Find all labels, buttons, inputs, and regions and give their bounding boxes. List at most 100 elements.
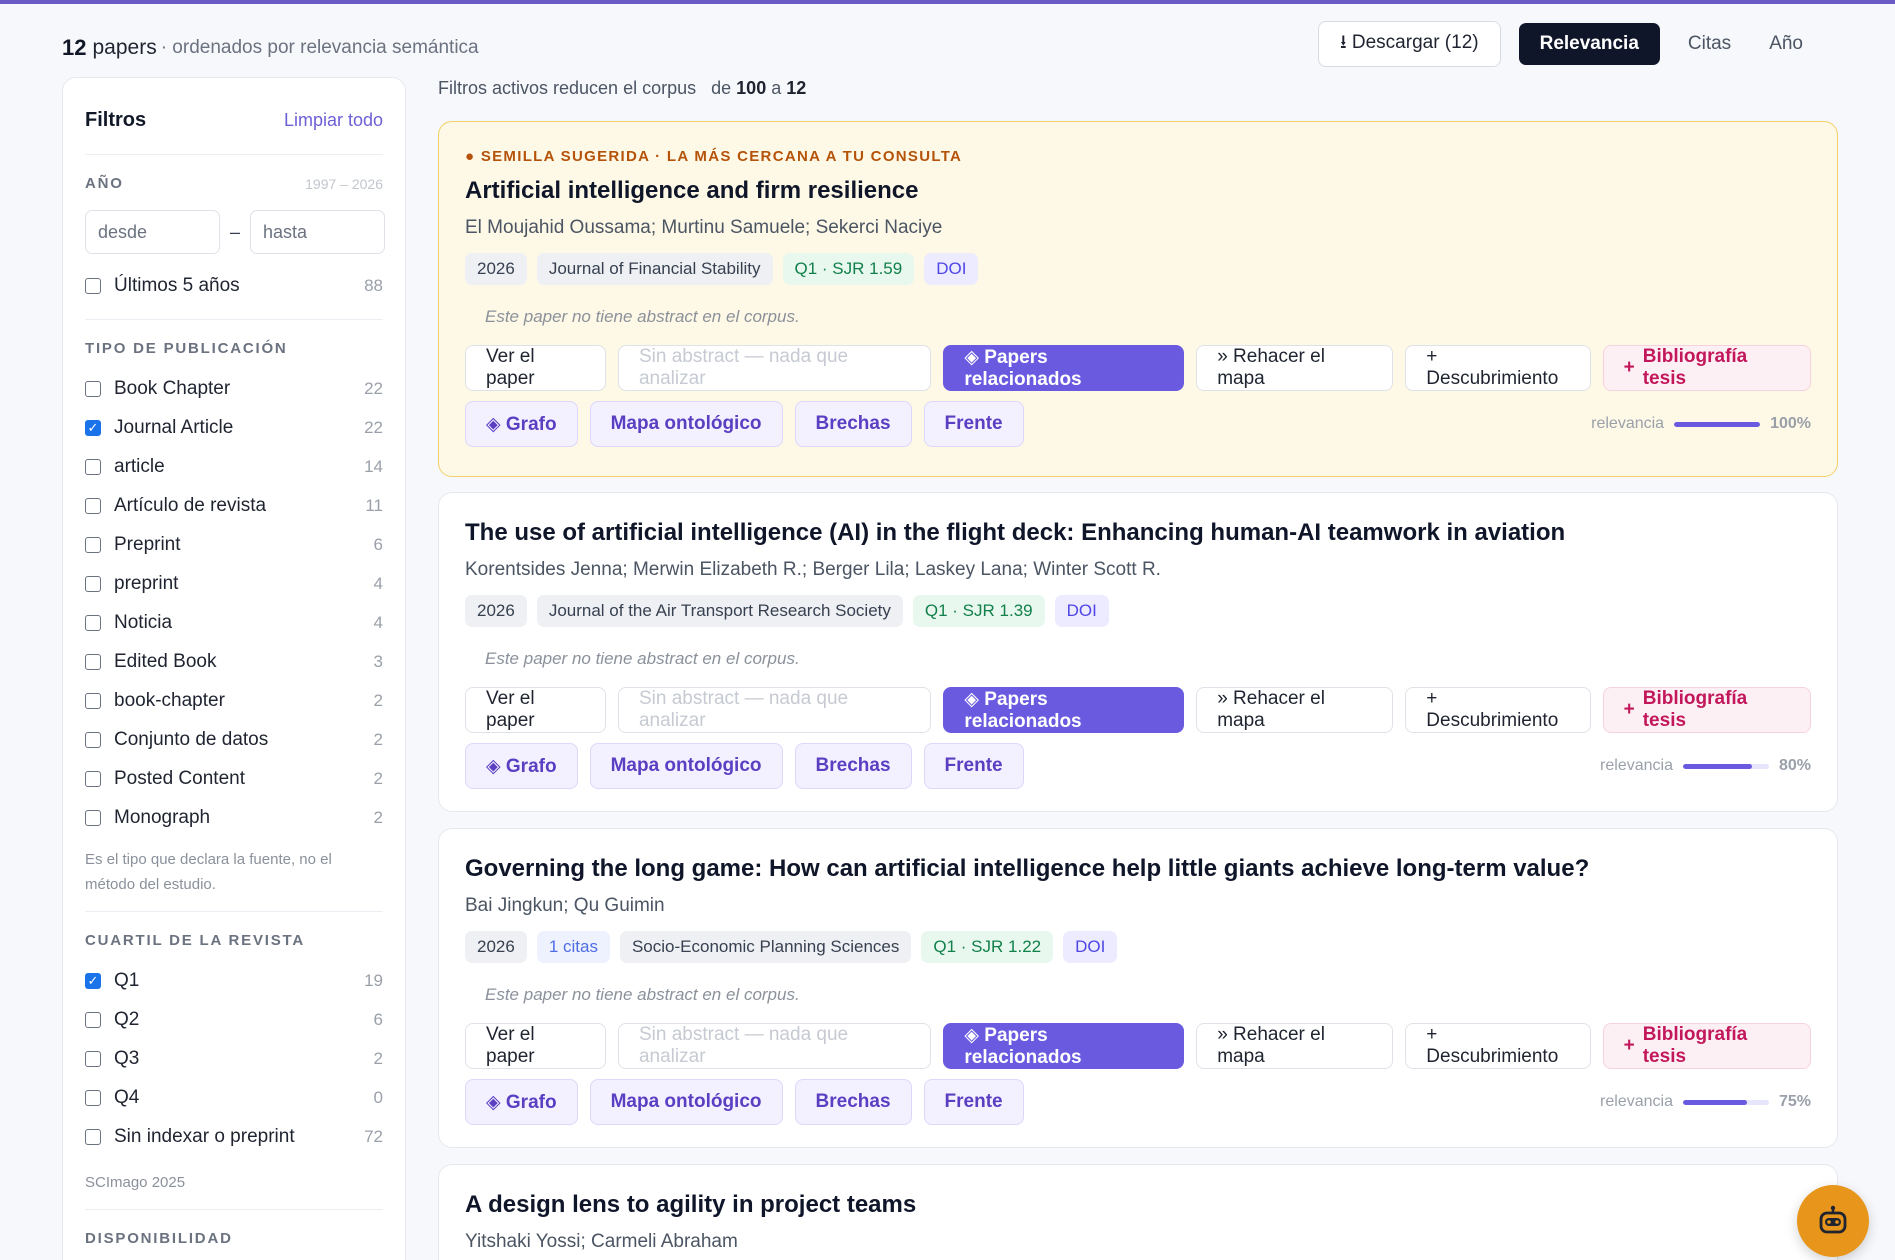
redo-map-button[interactable]: » Rehacer el mapa <box>1196 1023 1394 1069</box>
checkbox[interactable] <box>85 692 101 709</box>
analyze-abstract-button: Sin abstract — nada que analizar <box>617 687 932 733</box>
year-tag: 2026 <box>465 595 527 627</box>
front-button[interactable]: Frente <box>923 743 1024 789</box>
graph-button[interactable]: ◈ Grafo <box>465 743 578 789</box>
paper-title[interactable]: The use of artificial intelligence (AI) … <box>465 519 1811 547</box>
option-label: Preprint <box>114 533 181 555</box>
checkbox[interactable] <box>85 277 101 294</box>
option-count: 2 <box>373 690 383 710</box>
filter-option[interactable]: Noticia 4 <box>85 603 383 642</box>
view-paper-button[interactable]: Ver el paper <box>465 687 606 733</box>
front-button[interactable]: Frente <box>923 401 1024 447</box>
checkbox[interactable] <box>85 497 101 514</box>
filter-option[interactable]: Book Chapter 22 <box>85 369 383 408</box>
checkbox[interactable] <box>85 731 101 748</box>
filter-option[interactable]: ✓ Journal Article 22 <box>85 408 383 447</box>
discovery-button[interactable]: + Descubrimiento <box>1405 687 1591 733</box>
filter-option[interactable]: article 14 <box>85 447 383 486</box>
checkbox[interactable] <box>85 653 101 670</box>
filter-option[interactable]: Conjunto de datos 2 <box>85 720 383 759</box>
paper-title[interactable]: Governing the long game: How can artific… <box>465 855 1811 883</box>
sort-year-button[interactable]: Año <box>1759 33 1813 55</box>
last-5-years-option[interactable]: Últimos 5 años 88 <box>85 266 383 305</box>
filter-option[interactable]: Edited Book 3 <box>85 642 383 681</box>
filter-option[interactable]: Q4 0 <box>85 1078 383 1117</box>
filter-option[interactable]: preprint 4 <box>85 564 383 603</box>
doi-link[interactable]: DOI <box>1054 595 1109 627</box>
view-paper-button[interactable]: Ver el paper <box>465 1023 606 1069</box>
gaps-button[interactable]: Brechas <box>794 1079 912 1125</box>
filter-option[interactable]: book-chapter 2 <box>85 681 383 720</box>
filter-option[interactable]: Q2 6 <box>85 1000 383 1039</box>
checkbox[interactable] <box>85 380 101 397</box>
checkbox[interactable] <box>85 1128 101 1145</box>
option-count: 6 <box>373 1009 383 1029</box>
checkbox[interactable] <box>85 1011 101 1028</box>
checkbox-checked[interactable]: ✓ <box>85 972 101 989</box>
ontology-map-button[interactable]: Mapa ontológico <box>589 1079 783 1125</box>
view-paper-button[interactable]: Ver el paper <box>465 345 606 391</box>
paper-title[interactable]: Artificial intelligence and firm resilie… <box>465 177 1811 205</box>
sort-citations-button[interactable]: Citas <box>1678 33 1741 55</box>
paper-tools: ◈ Grafo Mapa ontológico Brechas Frente r… <box>465 401 1811 447</box>
checkbox[interactable] <box>85 809 101 826</box>
graph-button[interactable]: ◈ Grafo <box>465 401 578 447</box>
filter-option[interactable]: Q3 2 <box>85 1039 383 1078</box>
clear-all-link[interactable]: Limpiar todo <box>284 110 383 131</box>
sort-relevance-button[interactable]: Relevancia <box>1518 23 1660 65</box>
result-count-word: papers <box>92 36 157 59</box>
pubtype-options: Book Chapter 22 ✓ Journal Article 22 article 1… <box>85 369 383 837</box>
corpus-de: de <box>711 78 732 98</box>
option-count: 22 <box>364 417 383 437</box>
filter-option[interactable]: Posted Content 2 <box>85 759 383 798</box>
filter-option[interactable]: Preprint 6 <box>85 525 383 564</box>
paper-tools: ◈ Grafo Mapa ontológico Brechas Frente r… <box>465 743 1811 789</box>
doi-link[interactable]: DOI <box>924 253 979 285</box>
related-papers-button[interactable]: ◈ Papers relacionados <box>943 1023 1185 1069</box>
paper-title[interactable]: A design lens to agility in project team… <box>465 1191 1811 1219</box>
filter-option[interactable]: Monograph 2 <box>85 798 383 837</box>
checkbox[interactable] <box>85 536 101 553</box>
ontology-map-button[interactable]: Mapa ontológico <box>589 743 783 789</box>
checkbox[interactable] <box>85 770 101 787</box>
graph-button[interactable]: ◈ Grafo <box>465 1079 578 1125</box>
filter-option[interactable]: ✓ Q1 19 <box>85 961 383 1000</box>
analyze-abstract-button: Sin abstract — nada que analizar <box>617 345 932 391</box>
discovery-button[interactable]: + Descubrimiento <box>1405 345 1591 391</box>
option-label: preprint <box>114 572 179 594</box>
thesis-bibliography-button[interactable]: + Bibliografía tesis <box>1602 687 1811 733</box>
year-to-input[interactable] <box>250 210 386 254</box>
year-from-input[interactable] <box>85 210 220 254</box>
filter-option[interactable]: Artículo de revista 11 <box>85 486 383 525</box>
doi-link[interactable]: DOI <box>1063 931 1118 963</box>
thesis-bibliography-button[interactable]: + Bibliografía tesis <box>1602 345 1811 391</box>
assistant-fab-button[interactable] <box>1797 1185 1869 1257</box>
option-label: Artículo de revista <box>114 494 267 516</box>
checkbox[interactable] <box>85 458 101 475</box>
relevance-bar <box>1682 763 1769 769</box>
quartile-filter-label: CUARTIL DE LA REVISTA <box>85 932 306 949</box>
option-label: Posted Content <box>114 767 245 789</box>
relevance-label: relevancia <box>1591 415 1665 432</box>
paper-authors: El Moujahid Oussama; Murtinu Samuele; Se… <box>465 217 943 238</box>
checkbox[interactable] <box>85 1050 101 1067</box>
availability-filter-label: DISPONIBILIDAD <box>85 1230 233 1247</box>
redo-map-button[interactable]: » Rehacer el mapa <box>1196 687 1394 733</box>
thesis-bibliography-button[interactable]: + Bibliografía tesis <box>1602 1023 1811 1069</box>
related-papers-button[interactable]: ◈ Papers relacionados <box>943 345 1185 391</box>
checkbox-checked[interactable]: ✓ <box>85 419 101 436</box>
download-button[interactable]: ⭳ Descargar (12) <box>1317 21 1501 67</box>
ontology-map-button[interactable]: Mapa ontológico <box>589 401 783 447</box>
option-label: Últimos 5 años <box>114 274 240 296</box>
redo-map-button[interactable]: » Rehacer el mapa <box>1196 345 1394 391</box>
gaps-button[interactable]: Brechas <box>794 743 912 789</box>
checkbox[interactable] <box>85 614 101 631</box>
option-label: Noticia <box>114 611 173 633</box>
filter-option[interactable]: Sin indexar o preprint 72 <box>85 1117 383 1156</box>
checkbox[interactable] <box>85 1089 101 1106</box>
discovery-button[interactable]: + Descubrimiento <box>1405 1023 1591 1069</box>
related-papers-button[interactable]: ◈ Papers relacionados <box>943 687 1185 733</box>
gaps-button[interactable]: Brechas <box>794 401 912 447</box>
front-button[interactable]: Frente <box>923 1079 1024 1125</box>
checkbox[interactable] <box>85 575 101 592</box>
